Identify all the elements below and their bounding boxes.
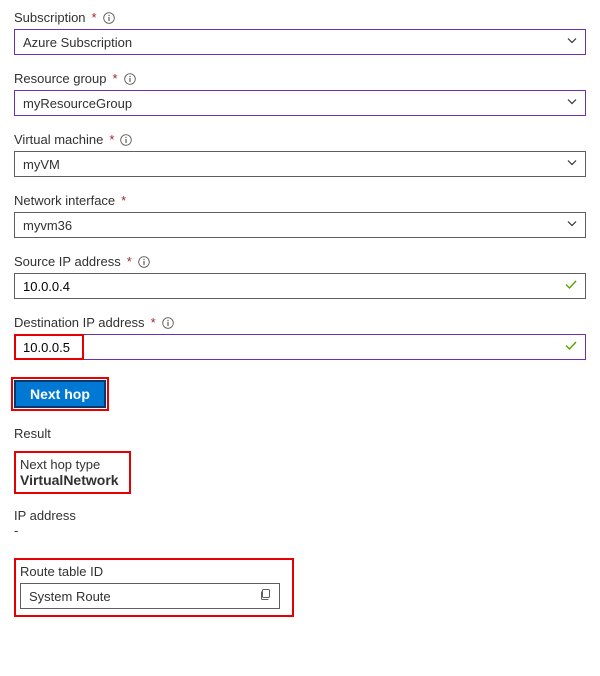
info-icon[interactable] [138,256,150,268]
virtual-machine-field: Virtual machine * myVM [14,132,586,177]
source-ip-input-wrap [14,273,586,299]
next-hop-button[interactable]: Next hop [14,380,106,408]
virtual-machine-label: Virtual machine [14,132,103,147]
subscription-label: Subscription [14,10,86,25]
ip-address-block: IP address - [14,508,586,538]
next-hop-type-box: Next hop type VirtualNetwork [14,451,131,494]
virtual-machine-select[interactable]: myVM [14,151,586,177]
route-table-box: Route table ID System Route [14,558,294,617]
route-table-value: System Route [29,589,111,604]
subscription-value: Azure Subscription [23,35,132,50]
copy-icon[interactable] [259,588,272,604]
chevron-down-icon [566,157,578,172]
virtual-machine-value: myVM [23,157,60,172]
source-ip-input[interactable] [14,273,586,299]
result-title: Result [14,426,586,441]
subscription-select[interactable]: Azure Subscription [14,29,586,55]
destination-ip-input[interactable] [14,334,586,360]
network-interface-value: myvm36 [23,218,72,233]
chevron-down-icon [566,96,578,111]
required-indicator: * [151,315,156,330]
ip-address-value: - [14,523,586,538]
route-table-input-wrap: System Route [20,583,280,609]
required-indicator: * [127,254,132,269]
check-icon [564,278,578,295]
subscription-label-row: Subscription * [14,10,586,25]
info-icon[interactable] [103,12,115,24]
check-icon [564,339,578,356]
chevron-down-icon [566,218,578,233]
network-interface-label-row: Network interface * [14,193,586,208]
ip-address-label: IP address [14,508,586,523]
next-hop-type-value: VirtualNetwork [20,472,119,488]
source-ip-field: Source IP address * [14,254,586,299]
required-indicator: * [109,132,114,147]
source-ip-label-row: Source IP address * [14,254,586,269]
resource-group-field: Resource group * myResourceGroup [14,71,586,116]
resource-group-label-row: Resource group * [14,71,586,86]
required-indicator: * [113,71,118,86]
required-indicator: * [92,10,97,25]
info-icon[interactable] [120,134,132,146]
network-interface-label: Network interface [14,193,115,208]
resource-group-label: Resource group [14,71,107,86]
network-interface-field: Network interface * myvm36 [14,193,586,238]
destination-ip-label-row: Destination IP address * [14,315,586,330]
next-hop-type-label: Next hop type [20,457,119,472]
destination-ip-input-wrap [14,334,586,360]
next-hop-button-wrap: Next hop [14,380,106,408]
chevron-down-icon [566,35,578,50]
route-table-input[interactable]: System Route [20,583,280,609]
resource-group-select[interactable]: myResourceGroup [14,90,586,116]
required-indicator: * [121,193,126,208]
destination-ip-field: Destination IP address * [14,315,586,360]
route-table-label: Route table ID [20,564,286,579]
info-icon[interactable] [162,317,174,329]
network-interface-select[interactable]: myvm36 [14,212,586,238]
destination-ip-label: Destination IP address [14,315,145,330]
resource-group-value: myResourceGroup [23,96,132,111]
source-ip-label: Source IP address [14,254,121,269]
virtual-machine-label-row: Virtual machine * [14,132,586,147]
info-icon[interactable] [124,73,136,85]
subscription-field: Subscription * Azure Subscription [14,10,586,55]
